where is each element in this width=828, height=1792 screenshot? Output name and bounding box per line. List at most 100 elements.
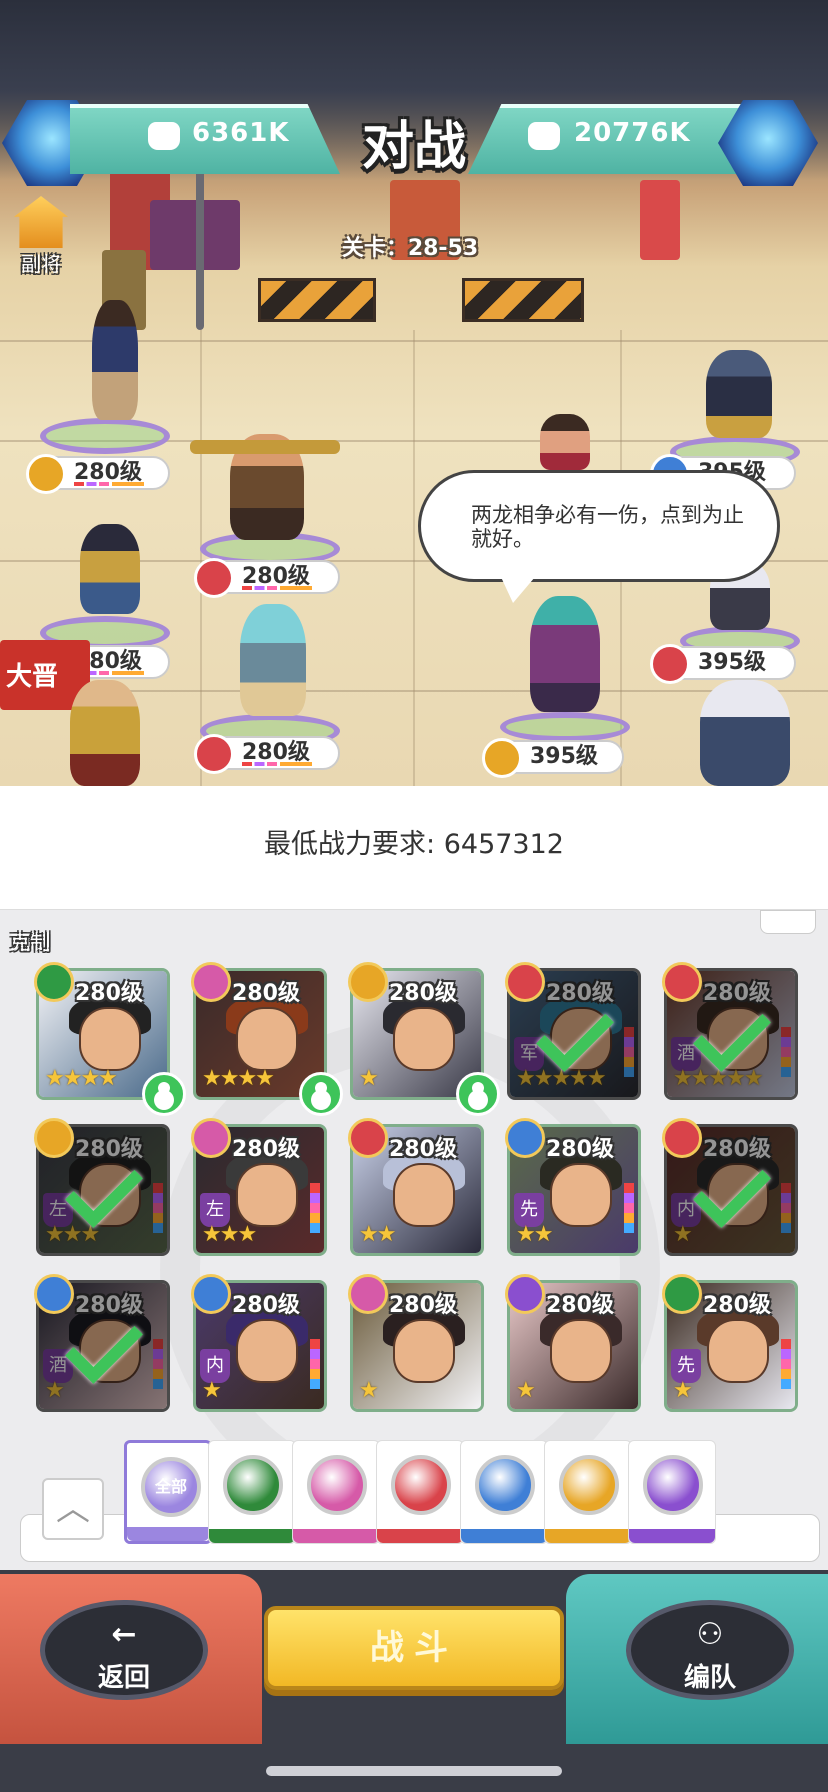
filter-tab-moon[interactable] — [628, 1440, 716, 1544]
filter-tab-sun[interactable] — [544, 1440, 632, 1544]
hero-ring — [500, 712, 630, 742]
hero-face — [550, 1319, 612, 1383]
fist-icon — [528, 122, 560, 150]
home-indicator[interactable] — [266, 1766, 562, 1776]
filter-tab-diamond[interactable] — [460, 1440, 548, 1544]
hero-color-stripe — [242, 762, 312, 766]
hero-face — [236, 1007, 298, 1071]
spade-icon — [223, 1455, 283, 1515]
left-hero-3[interactable] — [40, 520, 170, 650]
formation-label: 编队 — [683, 1663, 736, 1693]
hero-color-stripe — [624, 1183, 634, 1233]
sun-icon — [26, 454, 66, 494]
friend-hero-icon — [456, 1072, 500, 1116]
hero-card-level: 280级 — [389, 1137, 457, 1162]
banner-text: 大晋 — [6, 662, 59, 692]
street-pole — [196, 170, 204, 330]
sun-icon — [482, 738, 522, 778]
left-hero-2[interactable] — [190, 420, 340, 566]
shop-sign — [150, 200, 240, 270]
hero-card-level: 280级 — [232, 1137, 300, 1162]
hero-face — [393, 1163, 455, 1227]
right-hero-1[interactable] — [670, 350, 810, 468]
filter-color-bar — [629, 1529, 715, 1543]
hero-card-level: 280级 — [546, 1293, 614, 1318]
hero-stars: ★ — [673, 1378, 693, 1403]
filter-tab-club[interactable] — [376, 1440, 464, 1544]
hero-card-level: 280级 — [546, 1137, 614, 1162]
moon-icon — [643, 1455, 703, 1515]
club-icon — [391, 1455, 451, 1515]
hero-card-level: 280级 — [389, 981, 457, 1006]
back-label: 返回 — [97, 1663, 150, 1693]
hero-stars: ★★★★ — [202, 1066, 275, 1091]
sun-icon — [559, 1455, 619, 1515]
diamond-icon — [191, 1274, 231, 1314]
heart-icon — [191, 962, 231, 1002]
banner-bearer: 大晋 — [0, 640, 150, 786]
spade-icon — [662, 1274, 702, 1314]
hero-stars: ★★★★ — [45, 1066, 118, 1091]
club-icon — [662, 962, 702, 1002]
diamond-icon — [34, 1274, 74, 1314]
gate-icon — [14, 196, 68, 248]
speech-text: 两龙相争必有一伤，点到为止就好。 — [471, 503, 744, 551]
filter-tab-heart[interactable] — [292, 1440, 380, 1544]
heart-icon — [191, 1118, 231, 1158]
hero-figure — [240, 604, 306, 716]
hero-figure — [92, 300, 138, 420]
right-hero-5[interactable] — [680, 680, 808, 786]
club-icon — [194, 734, 234, 774]
left-hero-4[interactable] — [200, 604, 340, 748]
hero-card-level: 280级 — [703, 1293, 771, 1318]
hero-card-level: 280级 — [232, 981, 300, 1006]
hero-card-level: 280级 — [75, 981, 143, 1006]
shop-sign — [640, 180, 680, 260]
hero-figure — [80, 524, 140, 614]
speech-bubble: 两龙相争必有一伤，点到为止就好。 — [418, 470, 780, 603]
hero-color-stripe — [310, 1183, 320, 1233]
scroll-up-button[interactable]: ︿ — [42, 1478, 104, 1540]
counter-button[interactable]: 克制 — [10, 910, 70, 954]
sub-general-button[interactable]: 副将 — [8, 196, 74, 276]
friend-hero-icon — [299, 1072, 343, 1116]
left-hero-1[interactable] — [40, 290, 180, 454]
heart-icon — [307, 1455, 367, 1515]
filter-color-bar — [461, 1529, 547, 1543]
hero-level-badge: 395级 — [650, 644, 796, 684]
hero-stars: ★★★ — [202, 1222, 257, 1247]
hero-face — [707, 1319, 769, 1383]
back-button[interactable]: ← 返回 — [40, 1600, 208, 1700]
right-power-value: 20776K — [574, 118, 691, 148]
hero-face — [550, 1163, 612, 1227]
club-icon — [505, 962, 545, 1002]
battle-prep-screen: 6361K 20776K 对战 关卡：28-53 副将 280级 280级 28… — [0, 0, 828, 1792]
hero-color-stripe — [781, 1339, 791, 1389]
formation-button[interactable]: ⚇ 编队 — [626, 1600, 794, 1700]
filter-tab-spade[interactable] — [208, 1440, 296, 1544]
right-hero-4[interactable] — [500, 596, 630, 742]
hero-figure — [700, 680, 790, 786]
counter-label: 克制 — [10, 930, 50, 954]
right-hero-2[interactable] — [530, 410, 610, 470]
collapse-handle[interactable] — [760, 910, 816, 934]
stage-label: 关卡：28-53 — [341, 236, 479, 261]
hero-level: 395级 — [698, 650, 766, 675]
hero-level-badge: 280级 — [26, 454, 170, 494]
fight-label: 战斗 — [370, 1628, 458, 1668]
club-icon — [194, 558, 234, 598]
diamond-icon — [505, 1118, 545, 1158]
battle-title: 对战 — [361, 117, 466, 177]
filter-color-bar — [127, 1527, 209, 1541]
heart-icon — [348, 1274, 388, 1314]
hero-stars: ★ — [516, 1378, 536, 1403]
hero-figure — [706, 350, 772, 438]
fight-button[interactable]: 战斗 — [264, 1606, 564, 1690]
hero-face — [236, 1163, 298, 1227]
hero-figure — [540, 414, 590, 470]
filter-tab-all[interactable]: 全部 — [124, 1440, 212, 1544]
hero-level-badge: 280级 — [194, 734, 340, 774]
club-icon — [662, 1118, 702, 1158]
hero-level-badge: 280级 — [194, 558, 340, 598]
hero-card-level: 280级 — [232, 1293, 300, 1318]
